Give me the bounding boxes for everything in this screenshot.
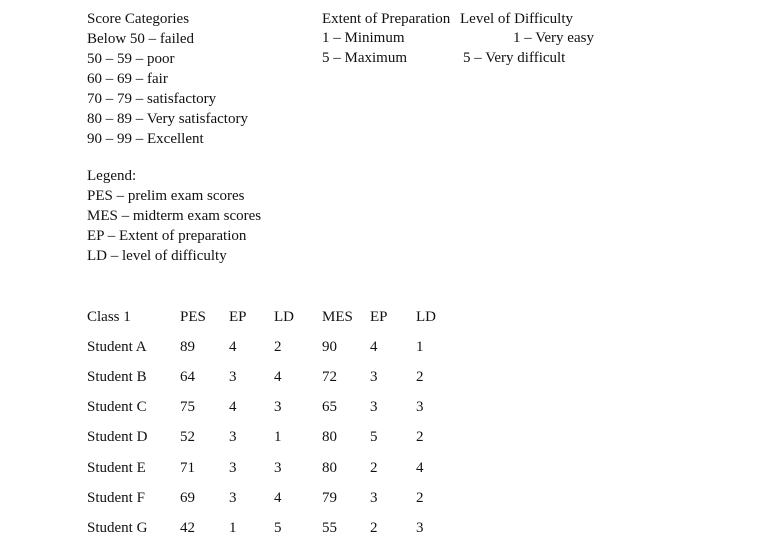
ep-prelim-value: 3 xyxy=(229,369,237,386)
extent-of-preparation-item: 5 – Maximum xyxy=(322,50,407,66)
legend-item: EP – Extent of preparation xyxy=(87,228,247,244)
ep-prelim-value: 4 xyxy=(229,339,237,356)
table-row: Student G 42 1 5 55 2 3 xyxy=(87,513,446,543)
ld-prelim-value: 5 xyxy=(274,519,282,536)
ld-prelim-value: 3 xyxy=(274,459,282,476)
score-category-item: 60 – 69 – fair xyxy=(87,71,168,87)
ld-midterm-value: 1 xyxy=(416,339,424,356)
student-name: Student B xyxy=(87,369,147,386)
ld-midterm-value: 2 xyxy=(416,489,424,506)
table-row: Student C 75 4 3 65 3 3 xyxy=(87,392,446,422)
ep-midterm-value: 3 xyxy=(370,399,378,416)
extent-of-preparation-item: 1 – Minimum xyxy=(322,30,405,46)
legend: Legend: PES – prelim exam scores MES – m… xyxy=(87,166,261,266)
ep-prelim-value: 3 xyxy=(229,489,237,506)
table-header-row: Class 1 PES EP LD MES EP LD xyxy=(87,302,446,332)
ep-prelim-value: 3 xyxy=(229,429,237,446)
table-row: Student B 64 3 4 72 3 2 xyxy=(87,362,446,392)
mes-value: 65 xyxy=(322,399,337,416)
table-row: Student A 89 4 2 90 4 1 xyxy=(87,332,446,362)
header-ep-midterm: EP xyxy=(370,309,388,326)
ld-prelim-value: 3 xyxy=(274,399,282,416)
score-categories: Score Categories Below 50 – failed 50 – … xyxy=(87,9,248,149)
ld-midterm-value: 3 xyxy=(416,399,424,416)
table-row: Student E 71 3 3 80 2 4 xyxy=(87,452,446,482)
student-name: Student E xyxy=(87,459,146,476)
legend-item: PES – prelim exam scores xyxy=(87,188,245,204)
score-categories-title: Score Categories xyxy=(87,11,190,27)
mes-value: 72 xyxy=(322,369,337,386)
level-of-difficulty-title: Level of Difficulty xyxy=(460,11,574,27)
level-of-difficulty-item: 1 – Very easy xyxy=(513,30,594,46)
legend-item: MES – midterm exam scores xyxy=(87,208,262,224)
student-name: Student G xyxy=(87,519,148,536)
table-row: Student F 69 3 4 79 3 2 xyxy=(87,483,446,513)
ld-midterm-value: 3 xyxy=(416,519,424,536)
ep-prelim-value: 3 xyxy=(229,459,237,476)
ep-prelim-value: 1 xyxy=(229,519,237,536)
pes-value: 89 xyxy=(180,339,195,356)
ld-midterm-value: 4 xyxy=(416,459,424,476)
pes-value: 64 xyxy=(180,369,195,386)
ld-prelim-value: 1 xyxy=(274,429,282,446)
ep-midterm-value: 2 xyxy=(370,459,378,476)
header-class: Class 1 xyxy=(87,309,131,326)
header-ep-prelim: EP xyxy=(229,309,247,326)
header-mes: MES xyxy=(322,309,353,326)
mes-value: 80 xyxy=(322,429,337,446)
extent-of-preparation-title: Extent of Preparation xyxy=(322,11,451,27)
header-pes: PES xyxy=(180,309,206,326)
scores-table: Class 1 PES EP LD MES EP LD Student A 89 4… xyxy=(87,302,446,543)
mes-value: 80 xyxy=(322,459,337,476)
score-category-item: 70 – 79 – satisfactory xyxy=(87,91,217,107)
student-name: Student A xyxy=(87,339,147,356)
ep-midterm-value: 3 xyxy=(370,489,378,506)
ep-midterm-value: 3 xyxy=(370,369,378,386)
mes-value: 55 xyxy=(322,519,337,536)
ld-midterm-value: 2 xyxy=(416,369,424,386)
student-name: Student C xyxy=(87,399,147,416)
legend-item: LD – level of difficulty xyxy=(87,248,227,264)
table-row: Student D 52 3 1 80 5 2 xyxy=(87,422,446,452)
pes-value: 42 xyxy=(180,519,195,536)
header-ld-prelim: LD xyxy=(274,309,294,326)
score-category-item: 90 – 99 – Excellent xyxy=(87,131,204,147)
level-of-difficulty-item: 5 – Very difficult xyxy=(463,50,566,66)
score-category-item: 80 – 89 – Very satisfactory xyxy=(87,111,248,127)
mes-value: 79 xyxy=(322,489,337,506)
student-name: Student D xyxy=(87,429,148,446)
pes-value: 69 xyxy=(180,489,195,506)
ep-midterm-value: 4 xyxy=(370,339,378,356)
ep-prelim-value: 4 xyxy=(229,399,237,416)
student-name: Student F xyxy=(87,489,145,506)
pes-value: 52 xyxy=(180,429,195,446)
ep-midterm-value: 5 xyxy=(370,429,378,446)
score-category-item: Below 50 – failed xyxy=(87,31,195,47)
ep-midterm-value: 2 xyxy=(370,519,378,536)
ld-prelim-value: 4 xyxy=(274,489,282,506)
score-category-item: 50 – 59 – poor xyxy=(87,51,175,67)
legend-title: Legend: xyxy=(87,168,137,184)
pes-value: 71 xyxy=(180,459,195,476)
ld-midterm-value: 2 xyxy=(416,429,424,446)
mes-value: 90 xyxy=(322,339,337,356)
ld-prelim-value: 4 xyxy=(274,369,282,386)
ld-prelim-value: 2 xyxy=(274,339,282,356)
header-ld-midterm: LD xyxy=(416,309,436,326)
pes-value: 75 xyxy=(180,399,195,416)
